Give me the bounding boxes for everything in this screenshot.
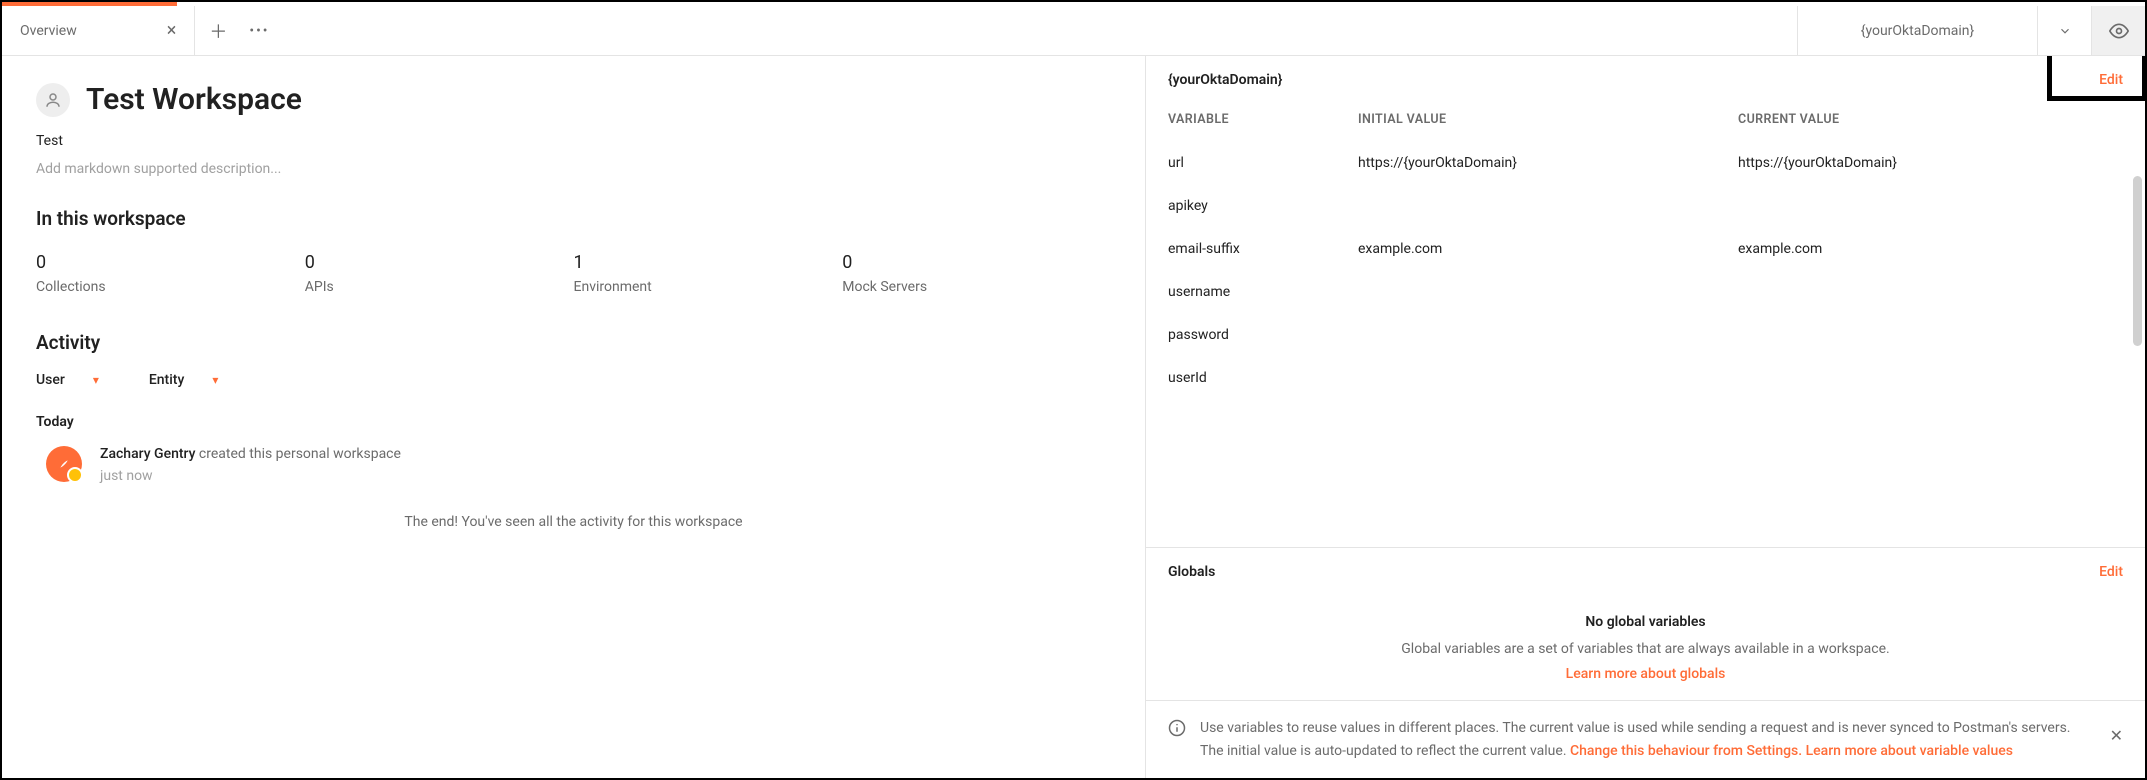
cell-current (1716, 314, 2145, 357)
scrollbar[interactable] (2133, 176, 2142, 346)
variables-table: VARIABLE INITIAL VALUE CURRENT VALUE url… (1146, 98, 2145, 399)
tab-bar: Overview × ＋ ••• {yourOktaDomain} (2, 6, 2145, 56)
activity-time: just now (100, 468, 401, 484)
activity-end-message: The end! You've seen all the activity fo… (36, 514, 1111, 530)
workspace-title: Test Workspace (86, 82, 302, 117)
activity-heading: Activity (36, 331, 1111, 354)
cell-initial (1336, 314, 1716, 357)
table-row[interactable]: apikey (1146, 185, 2145, 228)
filter-entity[interactable]: Entity ▾ (149, 372, 218, 388)
stat-environment[interactable]: 1 Environment (574, 252, 843, 295)
stat-mock-servers[interactable]: 0 Mock Servers (842, 252, 1111, 295)
cell-current (1716, 271, 2145, 314)
plus-icon[interactable]: ＋ (209, 18, 227, 44)
table-row[interactable]: email-suffixexample.comexample.com (1146, 228, 2145, 271)
environment-dropdown-button[interactable] (2037, 6, 2091, 55)
cell-initial: example.com (1336, 228, 1716, 271)
more-icon[interactable]: ••• (249, 23, 269, 39)
table-row[interactable]: urlhttps://{yourOktaDomain}https://{your… (1146, 142, 2145, 185)
person-icon (44, 91, 62, 109)
col-initial: INITIAL VALUE (1336, 98, 1716, 142)
close-icon[interactable]: × (167, 20, 177, 41)
environment-name: {yourOktaDomain} (1861, 23, 1975, 39)
eye-icon (2109, 21, 2129, 41)
chevron-down-icon: ▾ (93, 373, 99, 387)
stat-label: Mock Servers (842, 279, 1111, 295)
cell-variable: email-suffix (1146, 228, 1336, 271)
table-row[interactable]: username (1146, 271, 2145, 314)
table-row[interactable]: userId (1146, 357, 2145, 400)
active-tab-indicator (2, 2, 177, 6)
postman-logo-icon (53, 453, 75, 475)
table-row[interactable]: password (1146, 314, 2145, 357)
close-icon[interactable]: ✕ (2110, 723, 2123, 749)
info-link-settings[interactable]: Change this behaviour from Settings. (1570, 743, 1802, 759)
filter-user[interactable]: User ▾ (36, 372, 99, 388)
edit-environment-link[interactable]: Edit (2099, 72, 2123, 88)
stat-count: 0 (36, 252, 305, 273)
globals-title: Globals (1168, 564, 1215, 580)
activity-date-heading: Today (36, 414, 1111, 430)
cell-variable: userId (1146, 357, 1336, 400)
workspace-avatar (36, 83, 70, 117)
cell-initial (1336, 185, 1716, 228)
activity-text: Zachary Gentry created this personal wor… (100, 446, 401, 462)
stat-label: Environment (574, 279, 843, 295)
environment-quicklook-button[interactable] (2091, 6, 2145, 55)
cell-variable: username (1146, 271, 1336, 314)
info-text: Use variables to reuse values in differe… (1200, 717, 2096, 762)
environment-selector[interactable]: {yourOktaDomain} (1797, 6, 2037, 55)
cell-initial: https://{yourOktaDomain} (1336, 142, 1716, 185)
stat-count: 0 (842, 252, 1111, 273)
stat-collections[interactable]: 0 Collections (36, 252, 305, 295)
cell-variable: apikey (1146, 185, 1336, 228)
cell-current (1716, 357, 2145, 400)
workspace-overview: Test Workspace Test Add markdown support… (2, 56, 1145, 778)
globals-learn-link[interactable]: Learn more about globals (1168, 666, 2123, 682)
cell-variable: password (1146, 314, 1336, 357)
cell-initial (1336, 271, 1716, 314)
tab-label: Overview (20, 23, 77, 39)
chevron-down-icon: ▾ (212, 373, 218, 387)
globals-section: Globals Edit No global variables Global … (1146, 547, 2145, 700)
workspace-subtitle: Test (36, 133, 1111, 149)
filter-label: User (36, 372, 65, 388)
avatar (46, 446, 82, 482)
info-bar: Use variables to reuse values in differe… (1146, 700, 2145, 778)
env-panel-title: {yourOktaDomain} (1168, 72, 1282, 88)
section-heading: In this workspace (36, 207, 1111, 230)
globals-empty-heading: No global variables (1168, 614, 2123, 630)
stat-label: Collections (36, 279, 305, 295)
cell-current: example.com (1716, 228, 2145, 271)
stat-label: APIs (305, 279, 574, 295)
chevron-down-icon (2058, 24, 2072, 38)
environment-quicklook-panel: {yourOktaDomain} Edit VARIABLE INITIAL V… (1145, 56, 2145, 778)
edit-globals-link[interactable]: Edit (2099, 564, 2123, 580)
tab-actions: ＋ ••• (195, 6, 283, 55)
stat-count: 0 (305, 252, 574, 273)
cell-variable: url (1146, 142, 1336, 185)
col-current: CURRENT VALUE (1716, 98, 2145, 142)
cell-initial (1336, 357, 1716, 400)
stat-apis[interactable]: 0 APIs (305, 252, 574, 295)
filter-label: Entity (149, 372, 184, 388)
info-link-learn[interactable]: Learn more about variable values (1806, 743, 2013, 759)
workspace-description-placeholder[interactable]: Add markdown supported description... (36, 161, 1111, 177)
globals-empty-desc: Global variables are a set of variables … (1336, 638, 1956, 660)
tab-overview[interactable]: Overview × (2, 6, 195, 55)
cell-current: https://{yourOktaDomain} (1716, 142, 2145, 185)
stat-count: 1 (574, 252, 843, 273)
activity-item: Zachary Gentry created this personal wor… (46, 446, 1111, 484)
cell-current (1716, 185, 2145, 228)
annotation-highlight (2047, 56, 2145, 101)
info-icon (1168, 719, 1186, 744)
col-variable: VARIABLE (1146, 98, 1336, 142)
